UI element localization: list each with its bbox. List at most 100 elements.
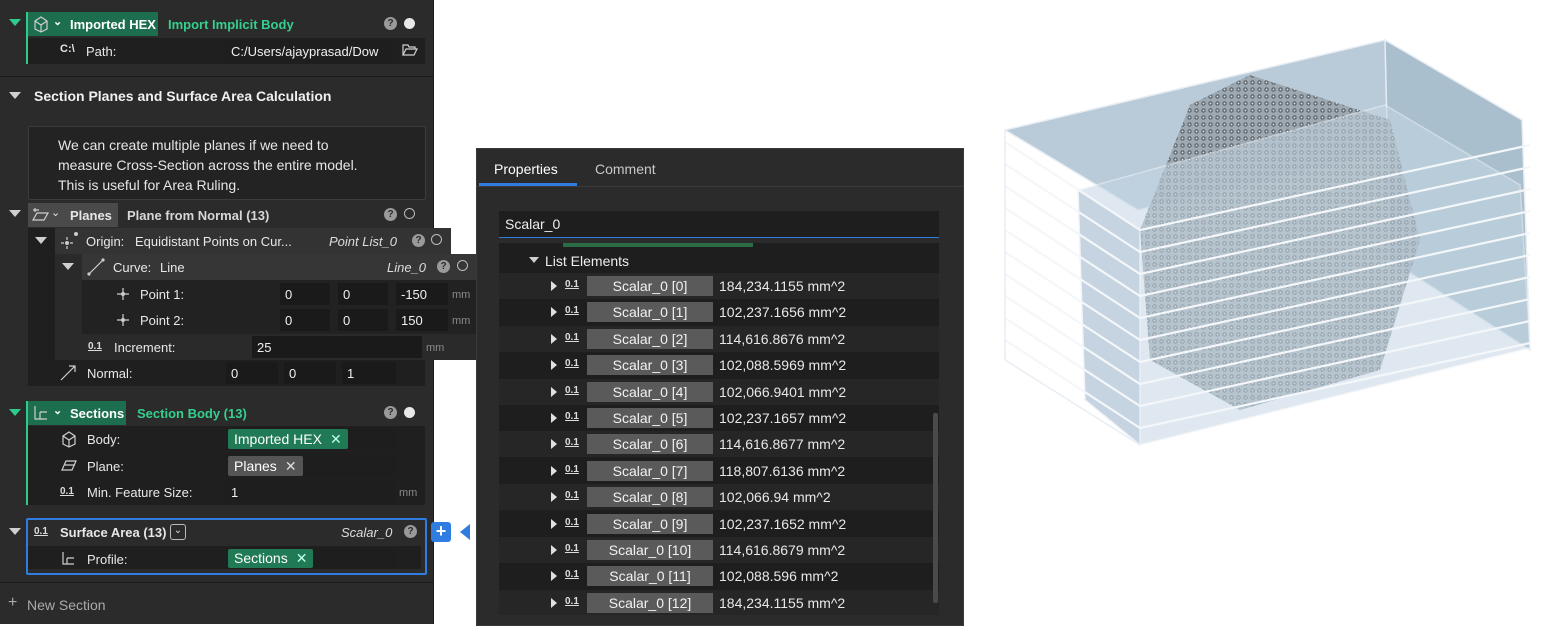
add-node-button[interactable]: + (431, 522, 451, 542)
collapse-icon[interactable] (9, 528, 21, 535)
remove-icon[interactable]: ✕ (330, 431, 342, 447)
visibility-dot-icon[interactable] (404, 407, 415, 418)
expand-icon[interactable] (551, 518, 557, 529)
path-row: C:\ Path: C:/Users/ajayprasad/Dow (28, 38, 425, 64)
list-item[interactable]: 0.1 Scalar_0 [5] 102,237.1657 mm^2 (499, 405, 939, 431)
scalar-value: 102,066.94 mm^2 (719, 489, 831, 506)
scalar-name: Scalar_0 [12] (587, 592, 713, 613)
point1-z-field[interactable]: -150 (396, 283, 448, 305)
help-icon[interactable]: ? (437, 260, 450, 273)
remove-icon[interactable]: ✕ (296, 550, 308, 566)
expand-icon[interactable] (551, 360, 557, 371)
help-icon[interactable]: ? (404, 525, 417, 538)
expand-icon[interactable] (551, 281, 557, 291)
expand-icon[interactable] (551, 307, 557, 318)
collapse-icon[interactable] (62, 263, 74, 270)
normal-vector-icon (60, 365, 76, 381)
point1-z-value: -150 (401, 287, 428, 302)
list-item[interactable]: 0.1 Scalar_0 [4] 102,066.9401 mm^2 (499, 378, 939, 405)
chevron-down-icon[interactable]: ⌄ (53, 404, 62, 417)
point1-x-field[interactable]: 0 (280, 283, 330, 305)
imported-hex-head[interactable]: ⌄ Imported HEX (28, 12, 158, 36)
list-item[interactable]: 0.1 Scalar_0 [11] 102,088.596 mm^2 (499, 563, 939, 590)
collapse-icon[interactable] (35, 237, 47, 244)
help-icon[interactable]: ? (412, 234, 425, 247)
scalar-value: 102,066.9401 mm^2 (719, 383, 847, 400)
sections-head[interactable]: ⌄ Sections (28, 401, 126, 425)
section-icon (62, 552, 74, 565)
visibility-dot-icon[interactable] (457, 260, 468, 271)
help-icon[interactable]: ? (384, 17, 397, 30)
point-list-icon (61, 232, 78, 249)
min-feature-field[interactable]: 1 (226, 481, 396, 503)
collapse-icon[interactable] (9, 210, 21, 217)
tab-properties[interactable]: Properties (494, 161, 558, 177)
new-section-button[interactable]: New Section (27, 597, 106, 613)
point2-z-field[interactable]: 150 (396, 309, 448, 331)
tab-comment[interactable]: Comment (595, 161, 656, 177)
comment-line: measure Cross-Section across the entire … (58, 157, 358, 173)
expand-icon[interactable] (551, 597, 557, 608)
scalar-icon: 0.1 (565, 595, 579, 607)
point2-x-field[interactable]: 0 (280, 309, 330, 331)
collapse-icon[interactable] (9, 92, 21, 99)
expand-icon[interactable] (551, 571, 557, 582)
plus-icon[interactable]: + (8, 594, 17, 612)
list-item[interactable]: 0.1 Scalar_0 [3] 102,088.5969 mm^2 (499, 352, 939, 379)
list-item[interactable]: 0.1 Scalar_0 [7] 118,807.6136 mm^2 (499, 457, 939, 484)
list-header-row[interactable]: List Elements (499, 249, 939, 271)
planes-head[interactable]: ⌄ Planes (28, 203, 118, 227)
help-icon[interactable]: ? (384, 406, 397, 419)
point1-y-field[interactable]: 0 (338, 283, 388, 305)
increment-field[interactable]: 25 (252, 336, 422, 358)
expand-icon[interactable] (551, 545, 557, 555)
scrollbar[interactable] (933, 413, 938, 603)
increment-label: Increment: (114, 340, 176, 355)
scalar-icon: 0.1 (565, 437, 579, 449)
chevron-down-icon[interactable]: ⌄ (170, 524, 186, 540)
plane-chip-label: Planes (234, 458, 277, 474)
list-item[interactable]: 0.1 Scalar_0 [8] 102,066.94 mm^2 (499, 484, 939, 511)
plane-chip[interactable]: Planes ✕ (228, 456, 303, 476)
min-feature-label: Min. Feature Size: (87, 485, 193, 500)
list-item[interactable]: 0.1 Scalar_0 [10] 114,616.8679 mm^2 (499, 537, 939, 563)
expand-icon[interactable] (551, 465, 557, 476)
normal-z-field[interactable]: 1 (342, 362, 396, 384)
chevron-down-icon[interactable]: ⌄ (51, 206, 60, 219)
chevron-down-icon[interactable]: ⌄ (53, 15, 62, 28)
list-item[interactable]: 0.1 Scalar_0 [6] 114,616.8677 mm^2 (499, 431, 939, 458)
plane-icon (61, 460, 77, 471)
expand-icon[interactable] (551, 333, 557, 344)
normal-y-field[interactable]: 0 (284, 362, 336, 384)
expand-icon[interactable] (551, 492, 557, 503)
path-field[interactable]: C:/Users/ajayprasad/Dow (226, 40, 394, 62)
collapse-icon[interactable] (9, 19, 21, 26)
point2-y-field[interactable]: 0 (338, 309, 388, 331)
list-item[interactable]: 0.1 Scalar_0 [2] 114,616.8676 mm^2 (499, 325, 939, 352)
expand-icon[interactable] (551, 386, 557, 397)
list-item[interactable]: 0.1 Scalar_0 [1] 102,237.1656 mm^2 (499, 299, 939, 326)
list-item[interactable]: 0.1 Scalar_0 [0] 184,234.1155 mm^2 (499, 273, 939, 299)
expand-icon[interactable] (551, 439, 557, 450)
visibility-dot-icon[interactable] (404, 208, 415, 219)
scalar-icon: 0.1 (88, 341, 102, 352)
surface-area-type: Scalar_0 (341, 525, 393, 540)
remove-icon[interactable]: ✕ (285, 458, 297, 474)
search-input[interactable]: Scalar_0 (499, 211, 939, 238)
path-label: Path: (86, 44, 117, 59)
collapse-icon[interactable] (9, 409, 21, 416)
visibility-dot-icon[interactable] (404, 18, 415, 29)
collapse-icon[interactable] (529, 257, 539, 263)
list-item[interactable]: 0.1 Scalar_0 [12] 184,234.1155 mm^2 (499, 589, 939, 615)
help-icon[interactable]: ? (384, 208, 397, 221)
curve-row: Curve: Line Line_0 ? (82, 254, 477, 280)
normal-x-field[interactable]: 0 (226, 362, 278, 384)
connector-arrow-icon (460, 524, 470, 540)
list-item[interactable]: 0.1 Scalar_0 [9] 102,237.1652 mm^2 (499, 510, 939, 537)
profile-chip[interactable]: Sections ✕ (228, 549, 314, 568)
folder-open-icon[interactable] (402, 43, 418, 57)
expand-icon[interactable] (551, 413, 557, 423)
3d-viewport[interactable] (990, 30, 1540, 460)
visibility-dot-icon[interactable] (431, 234, 442, 245)
body-chip[interactable]: Imported HEX ✕ (228, 429, 348, 449)
